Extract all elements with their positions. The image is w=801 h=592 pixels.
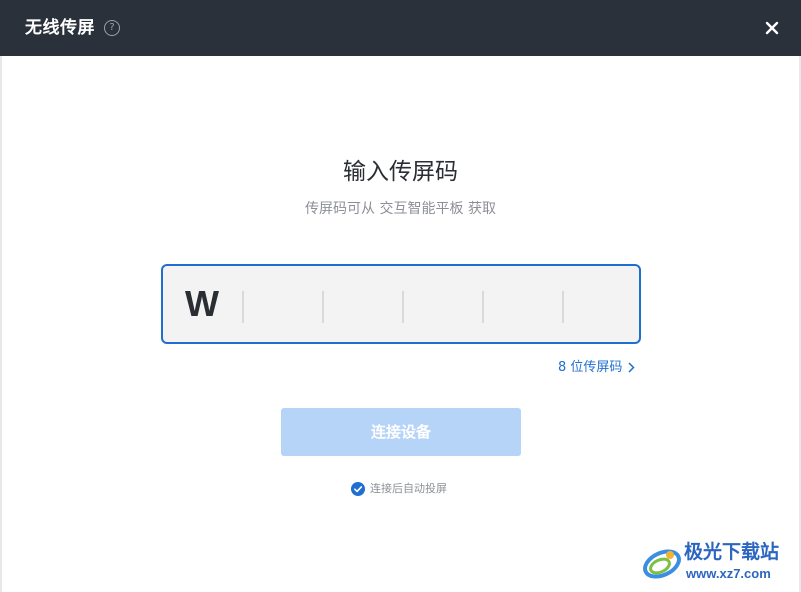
window-border-left — [0, 56, 2, 592]
code-slot-divider — [242, 291, 244, 323]
code-slot-divider — [402, 291, 404, 323]
close-button[interactable] — [760, 16, 784, 40]
chevron-right-icon — [628, 362, 635, 373]
title-bar: 无线传屏 ? — [0, 0, 801, 56]
connect-device-button[interactable]: 连接设备 — [281, 408, 521, 456]
checkbox-checked-icon[interactable] — [351, 482, 365, 496]
watermark-brand: 极光下载站 — [684, 541, 780, 563]
code-slot-divider — [322, 291, 324, 323]
code-length-switch-link[interactable]: 8 位传屏码 — [558, 358, 635, 378]
code-slot-divider — [562, 291, 564, 323]
watermark-url: www.xz7.com — [686, 566, 771, 581]
help-icon[interactable]: ? — [104, 20, 120, 36]
code-length-label: 8 位传屏码 — [558, 360, 623, 375]
page-subtitle: 传屏码可从 交互智能平板 获取 — [305, 201, 496, 217]
page-title: 输入传屏码 — [343, 159, 458, 185]
code-slot-1: W — [185, 283, 219, 324]
window-title: 无线传屏 — [25, 18, 95, 38]
code-slot-divider — [482, 291, 484, 323]
site-watermark: 极光下载站 www.xz7.com — [640, 538, 795, 588]
close-icon — [765, 21, 779, 35]
cast-code-input[interactable]: W — [161, 264, 641, 344]
auto-cast-label: 连接后自动投屏 — [370, 482, 447, 495]
aurora-logo-icon — [643, 549, 681, 579]
